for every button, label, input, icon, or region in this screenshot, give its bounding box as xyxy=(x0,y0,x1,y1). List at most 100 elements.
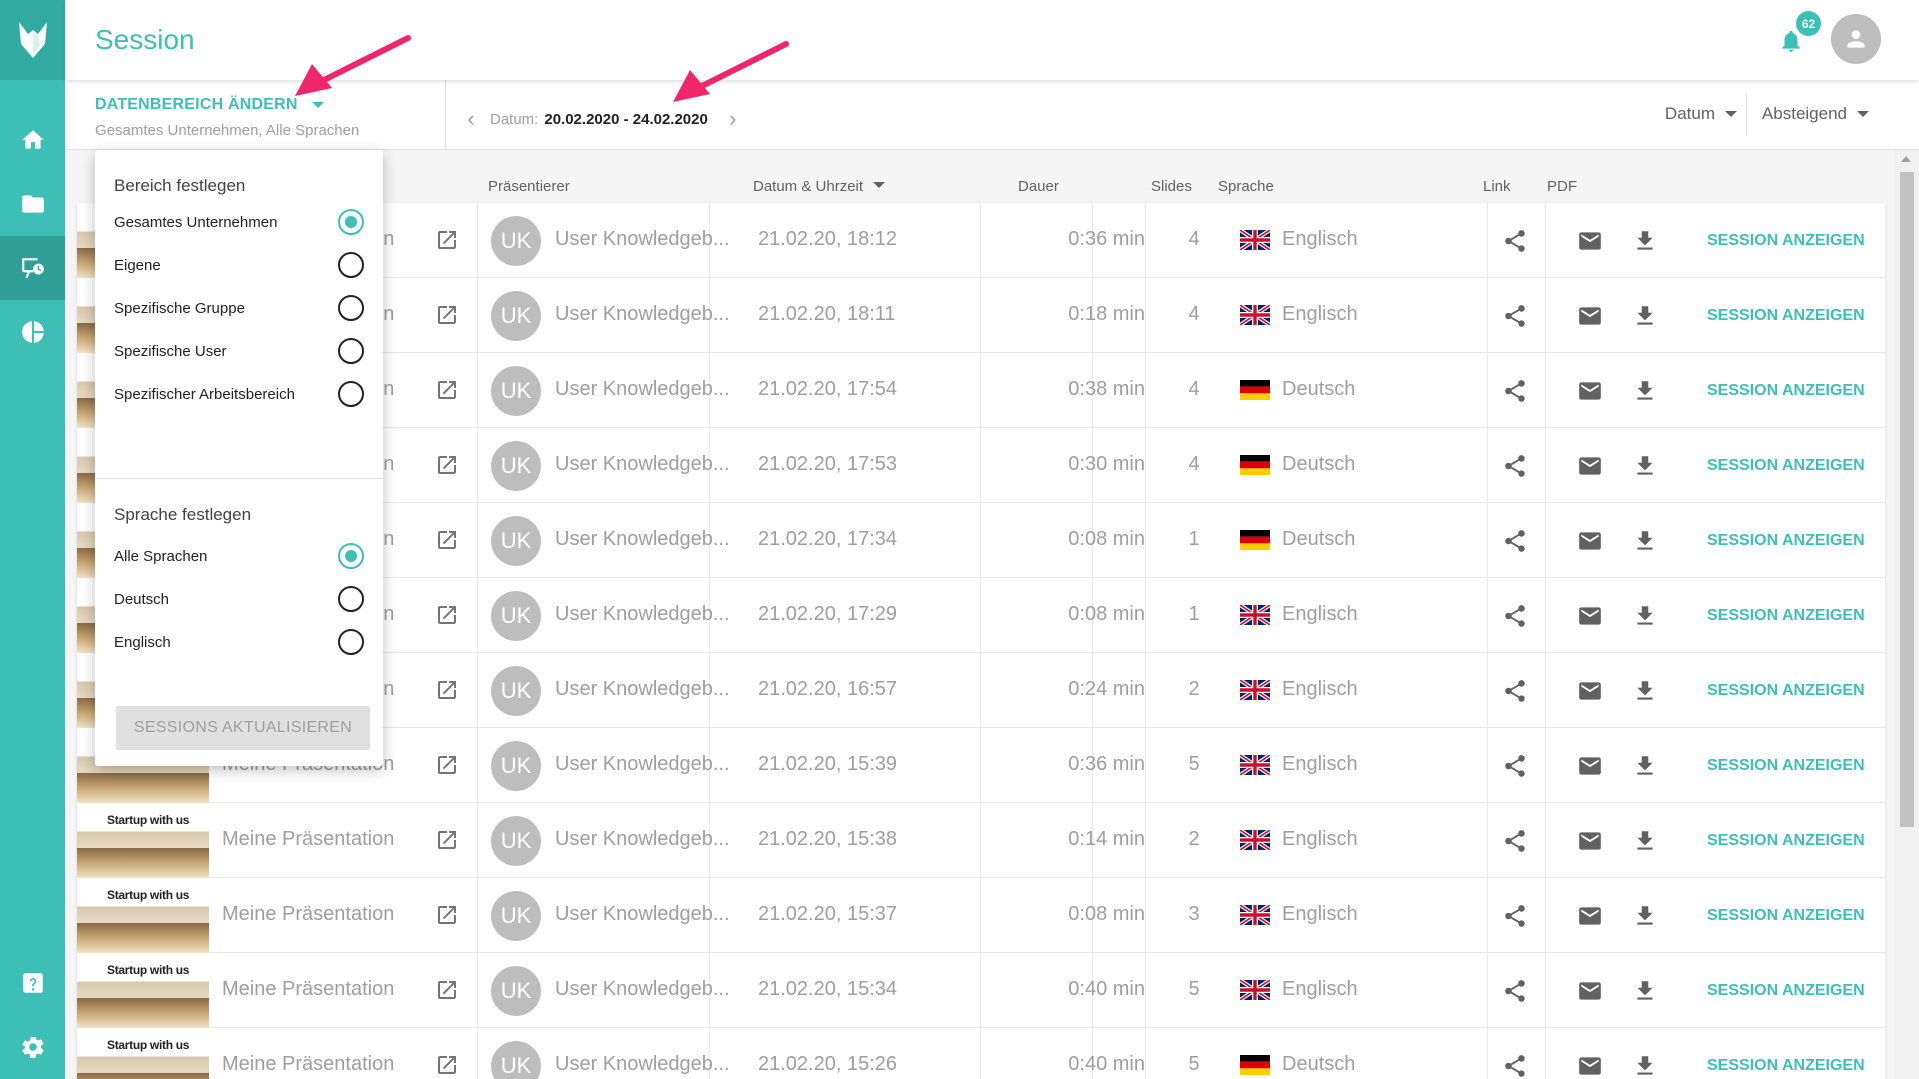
presentation-name[interactable]: Meine Präsentation xyxy=(222,903,394,926)
show-session-link[interactable]: SESSION ANZEIGEN xyxy=(1707,382,1865,400)
mail-icon[interactable] xyxy=(1577,978,1603,1004)
chevron-right-icon[interactable]: › xyxy=(722,106,744,132)
radio-button[interactable] xyxy=(338,295,364,321)
show-session-link[interactable]: SESSION ANZEIGEN xyxy=(1707,607,1865,625)
show-session-link[interactable]: SESSION ANZEIGEN xyxy=(1707,457,1865,475)
open-external-icon[interactable] xyxy=(435,228,459,252)
show-session-link[interactable]: SESSION ANZEIGEN xyxy=(1707,1057,1865,1075)
mail-icon[interactable] xyxy=(1577,753,1603,779)
download-icon[interactable] xyxy=(1632,528,1658,554)
show-session-link[interactable]: SESSION ANZEIGEN xyxy=(1707,532,1865,550)
share-icon[interactable] xyxy=(1502,1053,1528,1079)
share-icon[interactable] xyxy=(1502,903,1528,929)
download-icon[interactable] xyxy=(1632,453,1658,479)
download-icon[interactable] xyxy=(1632,828,1658,854)
open-external-icon[interactable] xyxy=(435,1053,459,1077)
radio-button[interactable] xyxy=(338,629,364,655)
share-icon[interactable] xyxy=(1502,603,1528,629)
share-icon[interactable] xyxy=(1502,378,1528,404)
user-avatar[interactable] xyxy=(1831,14,1881,64)
open-external-icon[interactable] xyxy=(435,603,459,627)
download-icon[interactable] xyxy=(1632,378,1658,404)
scope-option[interactable]: Spezifischer Arbeitsbereich xyxy=(114,380,364,410)
share-icon[interactable] xyxy=(1502,303,1528,329)
mail-icon[interactable] xyxy=(1577,378,1603,404)
nav-help[interactable] xyxy=(0,951,65,1015)
share-icon[interactable] xyxy=(1502,453,1528,479)
presentation-name[interactable]: Meine Präsentation xyxy=(222,828,394,851)
scope-option[interactable]: Spezifische Gruppe xyxy=(114,294,364,324)
mail-icon[interactable] xyxy=(1577,603,1603,629)
nav-analytics[interactable] xyxy=(0,300,65,364)
mail-icon[interactable] xyxy=(1577,303,1603,329)
open-external-icon[interactable] xyxy=(435,378,459,402)
radio-button[interactable] xyxy=(338,209,364,235)
radio-button[interactable] xyxy=(338,252,364,278)
language-option[interactable]: Alle Sprachen xyxy=(114,542,364,572)
scrollbar[interactable] xyxy=(1894,150,1919,1079)
download-icon[interactable] xyxy=(1632,603,1658,629)
scroll-up-arrow[interactable] xyxy=(1901,156,1911,162)
show-session-link[interactable]: SESSION ANZEIGEN xyxy=(1707,757,1865,775)
presentation-name[interactable]: Meine Präsentation xyxy=(222,978,394,1001)
update-sessions-button[interactable]: SESSIONS AKTUALISIEREN xyxy=(116,706,370,750)
show-session-link[interactable]: SESSION ANZEIGEN xyxy=(1707,307,1865,325)
download-icon[interactable] xyxy=(1632,678,1658,704)
mail-icon[interactable] xyxy=(1577,528,1603,554)
language-option[interactable]: Englisch xyxy=(114,628,364,658)
scope-option[interactable]: Gesamtes Unternehmen xyxy=(114,208,364,238)
chevron-left-icon[interactable]: ‹ xyxy=(460,106,482,132)
radio-button[interactable] xyxy=(338,586,364,612)
scroll-thumb[interactable] xyxy=(1900,172,1914,827)
show-session-link[interactable]: SESSION ANZEIGEN xyxy=(1707,682,1865,700)
show-session-link[interactable]: SESSION ANZEIGEN xyxy=(1707,832,1865,850)
date-range-value[interactable]: 20.02.2020 - 24.02.2020 xyxy=(544,111,707,128)
nav-settings[interactable] xyxy=(0,1015,65,1079)
download-icon[interactable] xyxy=(1632,978,1658,1004)
mail-icon[interactable] xyxy=(1577,228,1603,254)
share-icon[interactable] xyxy=(1502,828,1528,854)
show-session-link[interactable]: SESSION ANZEIGEN xyxy=(1707,907,1865,925)
open-external-icon[interactable] xyxy=(435,678,459,702)
col-language[interactable]: Sprache xyxy=(1218,178,1274,195)
radio-button[interactable] xyxy=(338,338,364,364)
share-icon[interactable] xyxy=(1502,753,1528,779)
download-icon[interactable] xyxy=(1632,228,1658,254)
presentation-name[interactable]: Meine Präsentation xyxy=(222,1053,394,1076)
nav-folder[interactable] xyxy=(0,172,65,236)
radio-button[interactable] xyxy=(338,381,364,407)
show-session-link[interactable]: SESSION ANZEIGEN xyxy=(1707,982,1865,1000)
radio-button[interactable] xyxy=(338,543,364,569)
open-external-icon[interactable] xyxy=(435,303,459,327)
sort-order-select[interactable]: Absteigend xyxy=(1762,104,1869,124)
download-icon[interactable] xyxy=(1632,1053,1658,1079)
open-external-icon[interactable] xyxy=(435,903,459,927)
sort-field-select[interactable]: Datum xyxy=(1665,104,1737,124)
scope-option[interactable]: Spezifische User xyxy=(114,337,364,367)
download-icon[interactable] xyxy=(1632,303,1658,329)
col-slides[interactable]: Slides xyxy=(1151,178,1192,195)
open-external-icon[interactable] xyxy=(435,453,459,477)
mail-icon[interactable] xyxy=(1577,678,1603,704)
nav-home[interactable] xyxy=(0,108,65,172)
share-icon[interactable] xyxy=(1502,528,1528,554)
col-presenter[interactable]: Präsentierer xyxy=(488,178,570,195)
nav-sessions[interactable] xyxy=(0,236,65,300)
download-icon[interactable] xyxy=(1632,753,1658,779)
share-icon[interactable] xyxy=(1502,228,1528,254)
mail-icon[interactable] xyxy=(1577,453,1603,479)
open-external-icon[interactable] xyxy=(435,978,459,1002)
language-option[interactable]: Deutsch xyxy=(114,585,364,615)
app-logo[interactable] xyxy=(0,0,65,80)
col-duration[interactable]: Dauer xyxy=(1018,178,1059,195)
download-icon[interactable] xyxy=(1632,903,1658,929)
mail-icon[interactable] xyxy=(1577,903,1603,929)
open-external-icon[interactable] xyxy=(435,753,459,777)
show-session-link[interactable]: SESSION ANZEIGEN xyxy=(1707,232,1865,250)
mail-icon[interactable] xyxy=(1577,828,1603,854)
scope-option[interactable]: Eigene xyxy=(114,251,364,281)
mail-icon[interactable] xyxy=(1577,1053,1603,1079)
share-icon[interactable] xyxy=(1502,678,1528,704)
open-external-icon[interactable] xyxy=(435,828,459,852)
open-external-icon[interactable] xyxy=(435,528,459,552)
